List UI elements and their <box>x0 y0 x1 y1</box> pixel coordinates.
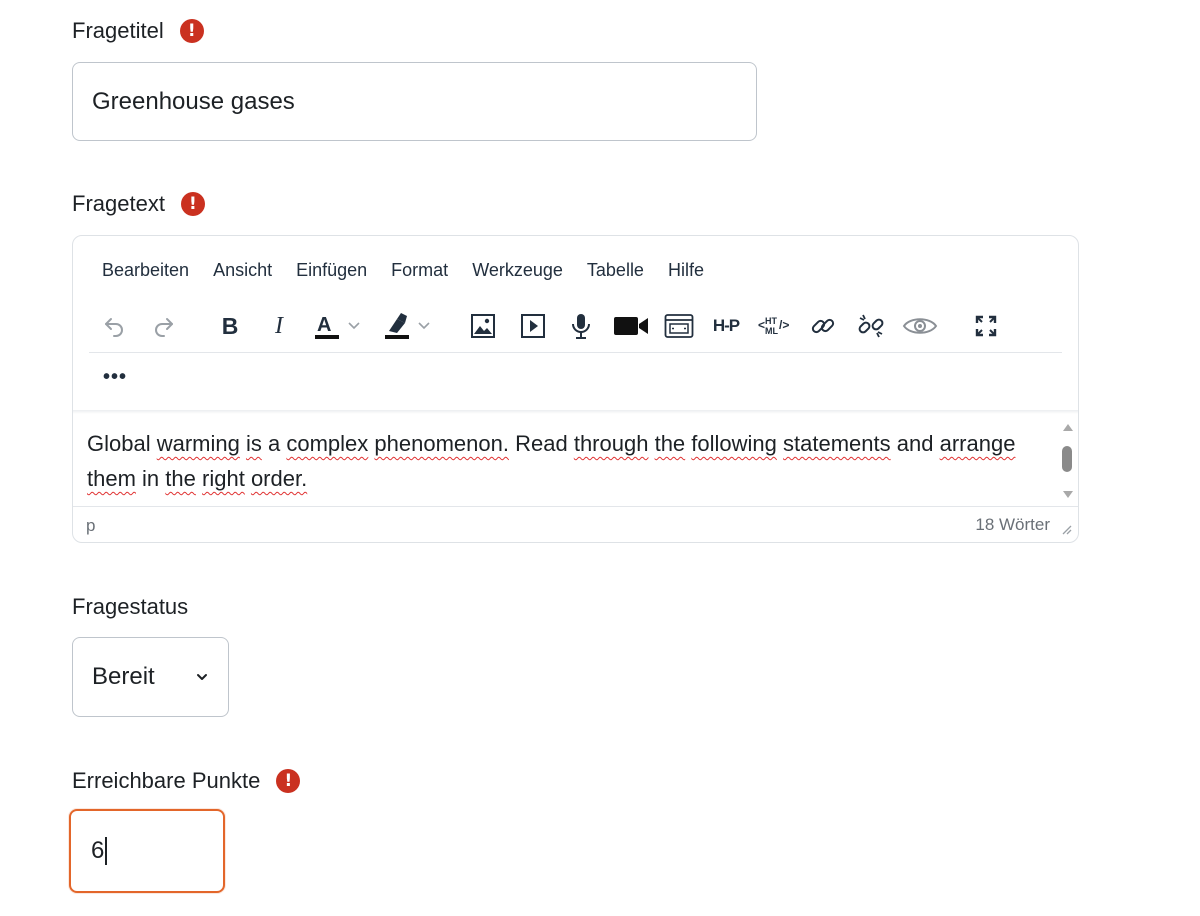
exclamation-circle-icon: ! <box>179 19 204 43</box>
content-word: is <box>245 431 262 456</box>
undo-icon[interactable] <box>99 306 129 346</box>
svg-text:HT: HT <box>765 316 777 326</box>
editor-menubar: Bearbeiten Ansicht Einfügen Format Werkz… <box>102 260 728 281</box>
editor-scrollbar[interactable] <box>1056 414 1078 506</box>
scroll-down-arrow-icon[interactable] <box>1063 491 1073 498</box>
toolbar-divider <box>89 352 1062 353</box>
resize-handle-icon[interactable] <box>1060 523 1072 535</box>
content-word: order. <box>250 466 308 491</box>
fullscreen-icon[interactable] <box>971 306 1001 346</box>
content-word: arrange <box>939 431 1016 456</box>
editor-toolbar: B I A H-P < HT ML /> <box>73 306 1078 348</box>
question-text-label-row: Fragetext ! <box>72 191 205 217</box>
question-status-value: Bereit <box>92 663 155 690</box>
italic-icon[interactable]: I <box>265 306 293 346</box>
image-icon[interactable] <box>468 306 498 346</box>
menu-tools[interactable]: Werkzeuge <box>472 260 563 281</box>
preview-icon[interactable] <box>901 306 939 346</box>
points-value: 6 <box>91 837 105 864</box>
html-icon[interactable]: < HT ML/> <box>755 306 795 346</box>
points-label: Erreichbare Punkte <box>72 768 261 793</box>
more-toolbar-button[interactable]: ••• <box>103 366 127 389</box>
content-word: complex <box>286 431 369 456</box>
question-status-select[interactable]: Bereit <box>72 637 229 717</box>
bold-icon[interactable]: B <box>216 306 244 346</box>
menu-insert[interactable]: Einfügen <box>296 260 367 281</box>
rich-text-editor: Bearbeiten Ansicht Einfügen Format Werkz… <box>72 235 1079 543</box>
question-title-label-row: Fragetitel ! <box>72 18 204 44</box>
chevron-down-icon <box>197 674 207 680</box>
menu-format[interactable]: Format <box>391 260 448 281</box>
content-word: Global <box>87 431 151 456</box>
editor-content[interactable]: Global warming is a complex phenomenon. … <box>87 426 1047 496</box>
header-shadow <box>73 410 1078 414</box>
question-title-input[interactable]: Greenhouse gases <box>72 62 757 141</box>
content-word: following <box>691 431 777 456</box>
content-word: right <box>202 466 245 491</box>
media-icon[interactable] <box>518 306 548 346</box>
record-audio-icon[interactable] <box>566 306 596 346</box>
element-path[interactable]: p <box>86 516 95 536</box>
menu-view[interactable]: Ansicht <box>213 260 272 281</box>
link-icon[interactable] <box>808 306 838 346</box>
content-word: warming <box>156 431 240 456</box>
exclamation-circle-icon: ! <box>180 192 205 216</box>
question-text-label: Fragetext <box>72 191 165 216</box>
content-word: through <box>573 431 649 456</box>
record-video-icon[interactable] <box>611 306 651 346</box>
content-word: a <box>268 431 281 456</box>
svg-text:A: A <box>317 314 331 336</box>
content-word: in <box>142 466 160 491</box>
points-input[interactable]: 6 <box>69 809 225 893</box>
embed-icon[interactable] <box>663 306 695 346</box>
content-word: and <box>896 431 934 456</box>
svg-text:<: < <box>758 318 765 332</box>
scroll-thumb[interactable] <box>1062 446 1072 472</box>
question-title-label: Fragetitel <box>72 18 164 43</box>
content-word: statements <box>783 431 891 456</box>
word-count[interactable]: 18 Wörter <box>975 515 1050 535</box>
points-label-row: Erreichbare Punkte ! <box>72 768 301 794</box>
editor-statusbar: p 18 Wörter <box>73 506 1078 542</box>
menu-edit[interactable]: Bearbeiten <box>102 260 189 281</box>
question-title-value: Greenhouse gases <box>92 87 295 115</box>
text-color-icon[interactable]: A <box>311 306 371 346</box>
highlight-color-icon[interactable] <box>381 306 441 346</box>
svg-text:ML: ML <box>765 326 778 336</box>
exclamation-circle-icon: ! <box>276 769 301 793</box>
content-word: Read <box>515 431 568 456</box>
content-word: them <box>87 466 136 491</box>
question-status-label-row: Fragestatus <box>72 594 188 620</box>
unlink-icon[interactable] <box>855 306 887 346</box>
svg-text:/>: /> <box>779 318 789 332</box>
content-word: phenomenon. <box>374 431 509 456</box>
menu-table[interactable]: Tabelle <box>587 260 644 281</box>
scroll-up-arrow-icon[interactable] <box>1063 424 1073 431</box>
question-status-label: Fragestatus <box>72 594 189 619</box>
text-caret <box>105 837 107 865</box>
redo-icon[interactable] <box>149 306 179 346</box>
h5p-icon[interactable]: H-P <box>707 306 745 346</box>
content-word: the <box>654 431 686 456</box>
menu-help[interactable]: Hilfe <box>668 260 704 281</box>
content-word: the <box>165 466 196 491</box>
